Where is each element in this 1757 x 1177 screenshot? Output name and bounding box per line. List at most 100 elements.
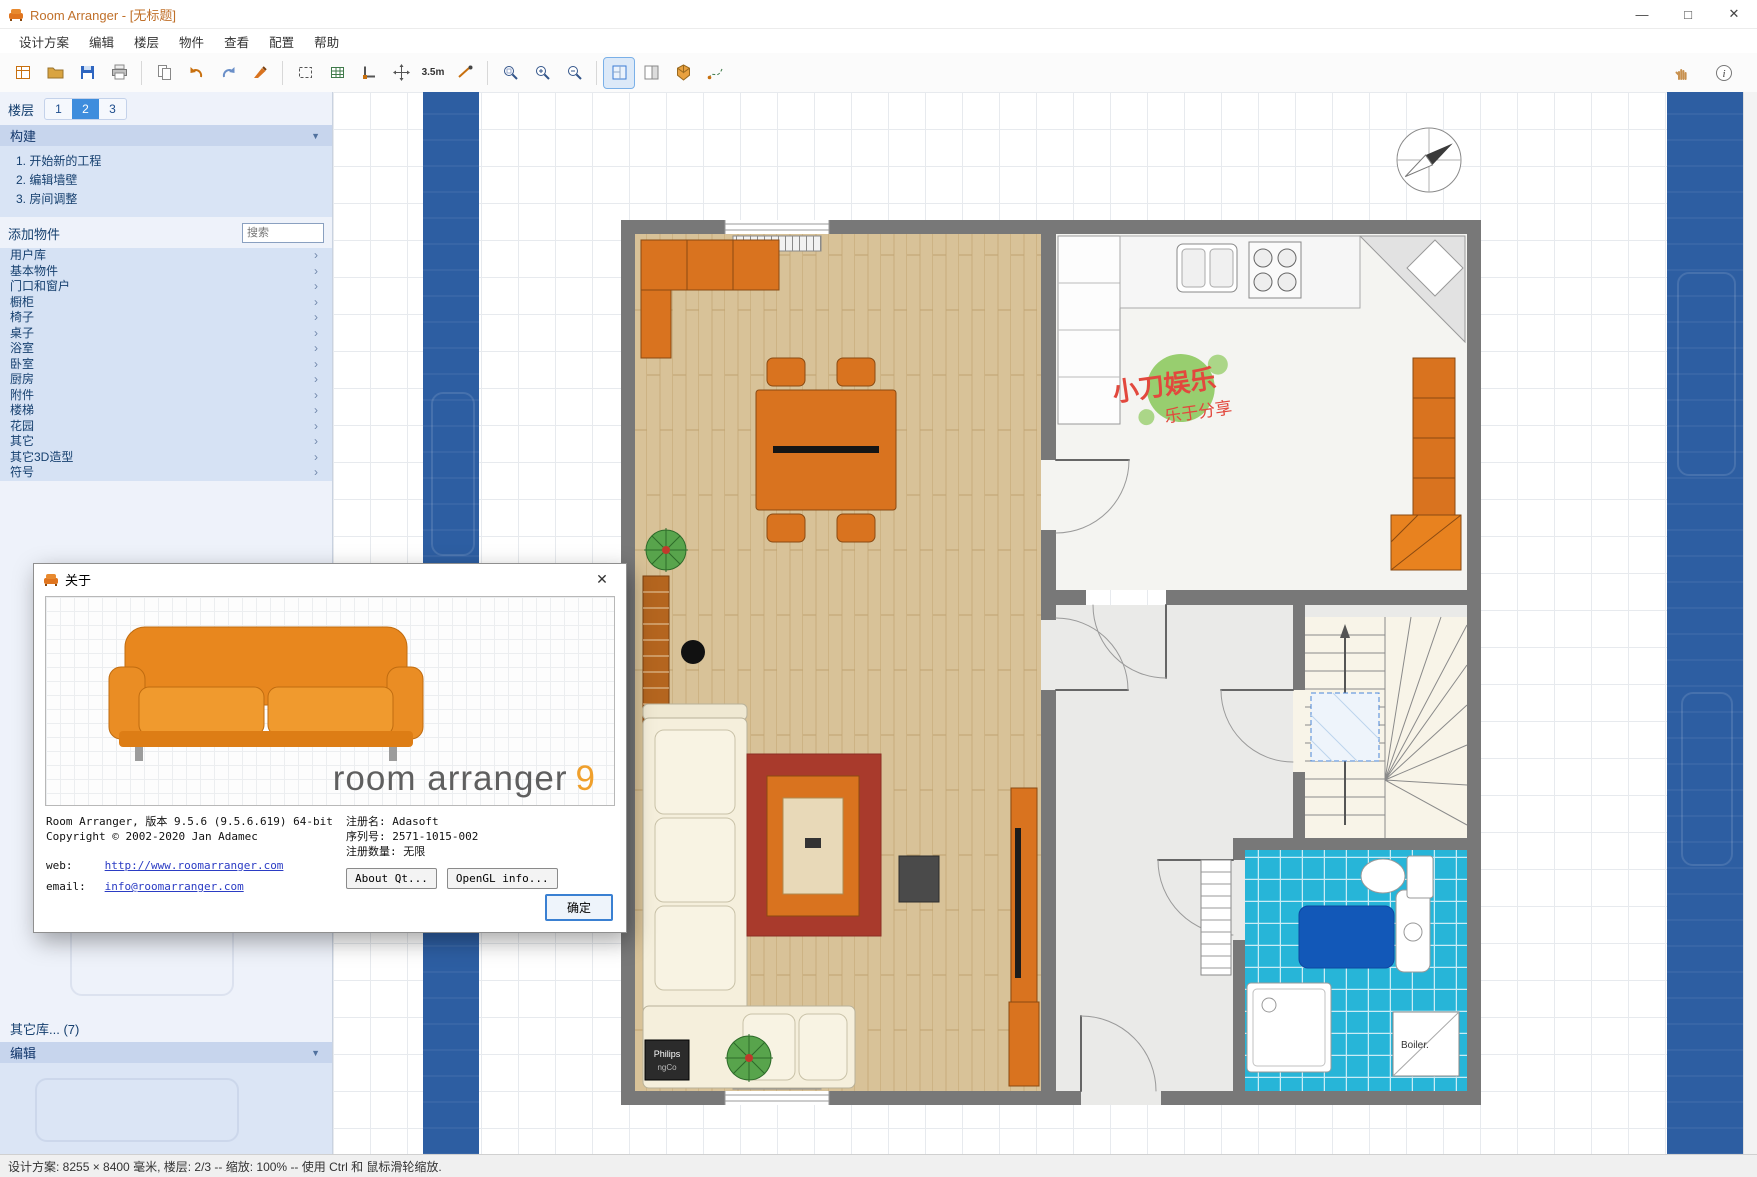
zoom-in-button[interactable] [527, 58, 557, 88]
bathtub[interactable] [1299, 906, 1394, 968]
close-button[interactable]: ✕ [1711, 0, 1757, 28]
speaker-box[interactable]: Philips ngCo [645, 1040, 689, 1080]
draw-wall-button[interactable] [450, 58, 480, 88]
category-label: 浴室 [10, 341, 34, 357]
menu-objects[interactable]: 物件 [170, 29, 213, 54]
measure-button[interactable]: 3.5m [418, 58, 448, 88]
redo-button[interactable] [213, 58, 243, 88]
sidebar-item-bedroom[interactable]: 卧室 [0, 357, 332, 373]
search-input[interactable] [242, 223, 324, 243]
email-label: email: [46, 879, 98, 894]
corner-snap-button[interactable] [354, 58, 384, 88]
move-button[interactable] [386, 58, 416, 88]
ok-button[interactable]: 确定 [545, 894, 613, 921]
brand-version: 9 [576, 759, 596, 798]
kitchen-counter[interactable] [1120, 236, 1360, 308]
select-area-button[interactable] [290, 58, 320, 88]
maximize-button[interactable]: □ [1665, 0, 1711, 28]
insert-table-button[interactable] [322, 58, 352, 88]
dining-chair[interactable] [837, 514, 875, 542]
about-info-button[interactable]: i [1709, 58, 1739, 88]
sidebar-item-tables[interactable]: 桌子 [0, 326, 332, 342]
sidebar-item-basic-objects[interactable]: 基本物件 [0, 264, 332, 280]
sidebar-item-bathroom[interactable]: 浴室 [0, 341, 332, 357]
category-label: 符号 [10, 465, 34, 481]
stove[interactable] [1249, 242, 1301, 298]
about-qt-button[interactable]: About Qt... [346, 868, 437, 889]
other-libraries-link[interactable]: 其它库... (7) [0, 1017, 332, 1039]
sofa-illustration [101, 615, 431, 775]
towel-radiator[interactable] [1201, 860, 1231, 975]
sidebar-item-symbols[interactable]: 符号 [0, 465, 332, 481]
save-button[interactable] [72, 58, 102, 88]
dining-chair[interactable] [767, 514, 805, 542]
sidebar-item-other[interactable]: 其它 [0, 434, 332, 450]
menu-config[interactable]: 配置 [260, 29, 303, 54]
info-icon: i [1715, 64, 1733, 82]
open-folder-icon [47, 64, 64, 81]
build-step-new-project[interactable]: 1. 开始新的工程 [0, 152, 332, 171]
paste-button[interactable] [149, 58, 179, 88]
sidebar-item-garden[interactable]: 花园 [0, 419, 332, 435]
floor-tab-2[interactable]: 2 [72, 99, 99, 119]
new-plan-button[interactable] [8, 58, 38, 88]
side-cabinet[interactable] [641, 290, 671, 358]
zoom-window-button[interactable] [495, 58, 525, 88]
measure-label: 3.5m [422, 67, 445, 78]
fireplace-box[interactable] [899, 856, 939, 902]
floor-tab-3[interactable]: 3 [99, 99, 126, 119]
sidebar-item-doors-windows[interactable]: 门口和窗户 [0, 279, 332, 295]
shower-tray[interactable] [1247, 983, 1331, 1072]
walkthrough-button[interactable] [700, 58, 730, 88]
about-dialog-title: 关于 [65, 570, 91, 589]
email-link[interactable]: info@roomarranger.com [105, 880, 244, 893]
low-cabinet[interactable] [1009, 1002, 1039, 1086]
undo-button[interactable] [181, 58, 211, 88]
opengl-info-button[interactable]: OpenGL info... [447, 868, 558, 889]
menu-help[interactable]: 帮助 [305, 29, 348, 54]
coffee-table[interactable] [767, 776, 859, 916]
build-step-adjust-rooms[interactable]: 3. 房间调整 [0, 190, 332, 209]
open-button[interactable] [40, 58, 70, 88]
menu-floors[interactable]: 楼层 [125, 29, 168, 54]
minimize-button[interactable]: — [1619, 0, 1665, 28]
sidebar-item-kitchen[interactable]: 厨房 [0, 372, 332, 388]
sidebar-item-user-library[interactable]: 用户库 [0, 248, 332, 264]
toilet[interactable] [1361, 859, 1405, 893]
paint-button[interactable] [245, 58, 275, 88]
floor-lamp[interactable] [681, 640, 705, 664]
build-section-header[interactable]: 构建 [0, 125, 332, 146]
dining-chair[interactable] [837, 358, 875, 386]
title-bar: Room Arranger - [无标题] — □ ✕ [0, 0, 1757, 29]
website-link[interactable]: http://www.roomarranger.com [105, 859, 284, 872]
sidebar-item-chairs[interactable]: 椅子 [0, 310, 332, 326]
print-button[interactable] [104, 58, 134, 88]
sidebar-item-stairs[interactable]: 楼梯 [0, 403, 332, 419]
menu-edit[interactable]: 编辑 [80, 29, 123, 54]
menu-view[interactable]: 查看 [215, 29, 258, 54]
pan-hand-icon [1673, 64, 1691, 82]
view-2d-button[interactable] [604, 58, 634, 88]
sidebar-item-accessories[interactable]: 附件 [0, 388, 332, 404]
floor-plan[interactable]: Boiler. [621, 220, 1481, 1105]
zoom-out-button[interactable] [559, 58, 589, 88]
pan-hand-button[interactable] [1667, 58, 1697, 88]
floor-tab-1[interactable]: 1 [45, 99, 72, 119]
shelf-unit[interactable] [643, 576, 669, 724]
vertical-scrollbar[interactable] [1743, 92, 1757, 1155]
split-view-button[interactable] [636, 58, 666, 88]
dining-chair[interactable] [767, 358, 805, 386]
edit-section-header[interactable]: 编辑 [0, 1042, 332, 1063]
build-step-edit-walls[interactable]: 2. 编辑墙壁 [0, 171, 332, 190]
wall-cabinet[interactable] [641, 240, 779, 290]
sidebar-item-other-3d[interactable]: 其它3D造型 [0, 450, 332, 466]
table-grid-icon [329, 64, 346, 81]
menu-design[interactable]: 设计方案 [10, 29, 78, 54]
bathroom-sink[interactable] [1396, 890, 1430, 972]
sidebar-item-cabinets[interactable]: 橱柜 [0, 295, 332, 311]
walkthrough-path-icon [707, 64, 724, 81]
sidebar-ghost-shape [35, 1078, 239, 1142]
view-3d-button[interactable] [668, 58, 698, 88]
about-dialog-close-button[interactable]: ✕ [587, 564, 617, 594]
tv-cabinet[interactable] [1011, 788, 1037, 1016]
